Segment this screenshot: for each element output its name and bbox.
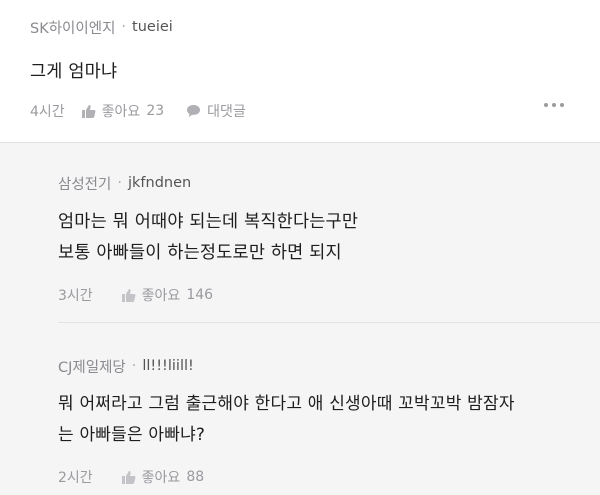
reply-time: 2시간 xyxy=(58,470,93,486)
reply: 삼성전기 · jkfndnen 엄마는 뭐 어때야 되는데 복직한다는구만 보통… xyxy=(0,144,600,322)
like-label: 좋아요 xyxy=(141,288,181,304)
reply-meta: 삼성전기 · jkfndnen xyxy=(58,173,191,193)
reply: CJ제일제당 · ll!!!liill! 뭐 어쩌라고 그럼 출근해야 한다고 … xyxy=(0,323,600,495)
like-button[interactable]: 좋아요 88 xyxy=(121,467,204,487)
reply-label: 대댓글 xyxy=(207,104,246,120)
reply-actions: 2시간 좋아요 88 xyxy=(58,467,226,487)
more-dots-icon[interactable] xyxy=(544,103,564,107)
comment-body: 그게 엄마냐 xyxy=(30,57,570,88)
author-username[interactable]: jkfndnen xyxy=(128,175,191,191)
like-count: 146 xyxy=(186,287,214,303)
like-button[interactable]: 좋아요 23 xyxy=(81,101,164,121)
comment-line: 그게 엄마냐 xyxy=(30,62,118,82)
author-username[interactable]: tueiei xyxy=(132,19,173,35)
like-count: 88 xyxy=(186,469,205,485)
like-label: 좋아요 xyxy=(101,104,141,120)
speech-bubble-icon xyxy=(187,105,201,117)
thumbs-up-icon xyxy=(121,289,136,302)
author-username[interactable]: ll!!!liill! xyxy=(142,358,193,374)
reply-time: 3시간 xyxy=(58,288,93,304)
author-company[interactable]: 삼성전기 xyxy=(58,173,111,194)
like-count: 23 xyxy=(146,103,165,119)
reply-body: 엄마는 뭐 어때야 되는데 복직한다는구만 보통 아빠들이 하는정도로만 하면 … xyxy=(58,207,358,269)
thumbs-up-icon xyxy=(121,471,136,484)
author-company[interactable]: SK하이이엔지 xyxy=(30,17,115,38)
comment-meta: SK하이이엔지 · tueiei xyxy=(30,17,570,37)
meta-separator: · xyxy=(117,175,122,191)
thumbs-up-icon xyxy=(81,105,96,118)
reply-line: 뭐 어쩌라고 그럼 출근해야 한다고 애 신생아때 꼬박꼬박 밤잠자 xyxy=(58,394,515,414)
comment-actions: 4시간 좋아요 23 대댓글 xyxy=(30,101,268,121)
meta-separator: · xyxy=(121,19,127,35)
reply-button[interactable]: 대댓글 xyxy=(186,101,246,121)
meta-separator: · xyxy=(131,358,137,374)
reply-line: 엄마는 뭐 어때야 되는데 복직한다는구만 xyxy=(58,212,359,232)
reply-line: 는 아빠들은 아빠냐? xyxy=(58,425,206,445)
author-company[interactable]: CJ제일제당 xyxy=(58,356,126,377)
like-button[interactable]: 좋아요 146 xyxy=(121,285,213,305)
like-label: 좋아요 xyxy=(141,470,181,486)
comment: SK하이이엔지 · tueiei 그게 엄마냐 4시간 좋아요 23 대댓글 xyxy=(0,0,600,143)
reply-actions: 3시간 좋아요 146 xyxy=(58,285,235,305)
reply-body: 뭐 어쩌라고 그럼 출근해야 한다고 애 신생아때 꼬박꼬박 밤잠자 는 아빠들… xyxy=(58,389,515,451)
reply-meta: CJ제일제당 · ll!!!liill! xyxy=(58,356,194,376)
comment-time: 4시간 xyxy=(30,104,65,120)
reply-line: 보통 아빠들이 하는정도로만 하면 되지 xyxy=(58,243,342,263)
